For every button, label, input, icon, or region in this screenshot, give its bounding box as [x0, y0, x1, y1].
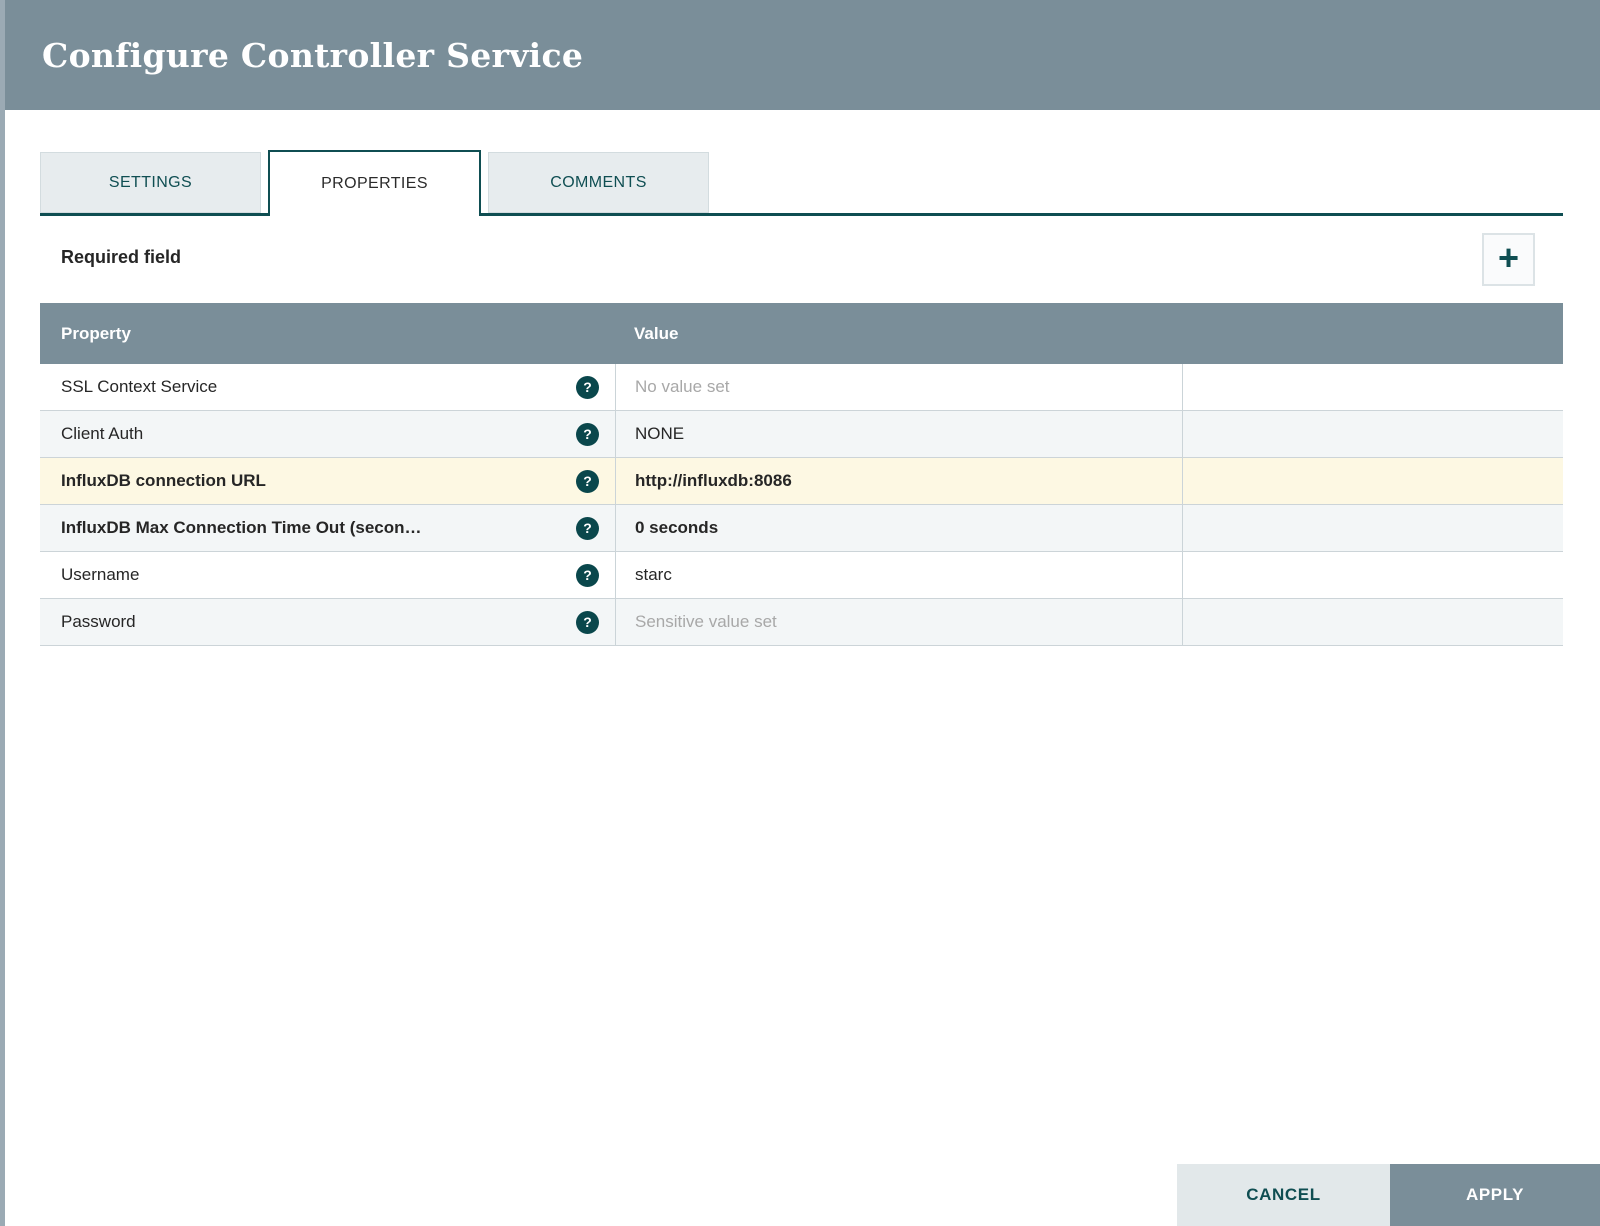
property-name: Username — [61, 565, 140, 584]
property-value: NONE — [635, 424, 685, 443]
row-filler-cell — [1183, 411, 1563, 457]
table-header-row: Property Value — [40, 303, 1563, 364]
help-icon[interactable]: ? — [576, 516, 599, 540]
column-header-value: Value — [634, 323, 679, 343]
property-name: InfluxDB connection URL — [61, 471, 266, 490]
table-row[interactable]: Username ? starc — [40, 552, 1563, 599]
dialog-header: Configure Controller Service — [5, 0, 1600, 110]
column-header-property: Property — [61, 323, 131, 343]
tab-comments[interactable]: COMMENTS — [488, 152, 709, 213]
property-cell: InfluxDB connection URL ? — [40, 458, 615, 504]
value-cell[interactable]: Sensitive value set — [615, 599, 1183, 645]
tab-properties[interactable]: PROPERTIES — [268, 150, 481, 216]
configure-controller-service-dialog: Configure Controller Service SETTINGS PR… — [5, 0, 1600, 1226]
property-cell: Password ? — [40, 599, 615, 645]
table-row[interactable]: InfluxDB Max Connection Time Out (secon…… — [40, 505, 1563, 552]
tab-settings[interactable]: SETTINGS — [40, 152, 261, 213]
property-value: Sensitive value set — [635, 612, 777, 631]
table-row[interactable]: Client Auth ? NONE — [40, 411, 1563, 458]
property-value: 0 seconds — [635, 518, 719, 537]
row-filler-cell — [1183, 552, 1563, 598]
property-name: Client Auth — [61, 424, 144, 443]
dialog-title: Configure Controller Service — [42, 35, 584, 75]
value-cell[interactable]: 0 seconds — [615, 505, 1183, 551]
property-value: starc — [635, 565, 672, 584]
value-cell[interactable]: No value set — [615, 364, 1183, 410]
required-field-label: Required field — [61, 247, 182, 267]
apply-button[interactable]: APPLY — [1390, 1164, 1600, 1226]
table-row[interactable]: InfluxDB connection URL ? http://influxd… — [40, 458, 1563, 505]
properties-toolbar: Required field + — [40, 230, 1563, 290]
property-name: InfluxDB Max Connection Time Out (secon… — [61, 518, 422, 537]
help-icon[interactable]: ? — [576, 563, 599, 587]
cancel-button[interactable]: CANCEL — [1177, 1164, 1390, 1226]
property-cell: InfluxDB Max Connection Time Out (secon…… — [40, 505, 615, 551]
table-row[interactable]: SSL Context Service ? No value set — [40, 364, 1563, 411]
help-icon[interactable]: ? — [576, 375, 599, 399]
row-filler-cell — [1183, 458, 1563, 504]
add-property-button[interactable]: + — [1482, 233, 1535, 286]
plus-icon: + — [1497, 237, 1520, 278]
property-name: SSL Context Service — [61, 377, 218, 396]
value-cell[interactable]: http://influxdb:8086 — [615, 458, 1183, 504]
table-row[interactable]: Password ? Sensitive value set — [40, 599, 1563, 646]
value-cell[interactable]: NONE — [615, 411, 1183, 457]
help-icon[interactable]: ? — [576, 469, 599, 493]
value-cell[interactable]: starc — [615, 552, 1183, 598]
dialog-footer-actions: CANCEL APPLY — [1177, 1164, 1600, 1226]
property-name: Password — [61, 612, 136, 631]
help-icon[interactable]: ? — [576, 422, 599, 446]
property-value: http://influxdb:8086 — [635, 471, 792, 490]
row-filler-cell — [1183, 505, 1563, 551]
help-icon[interactable]: ? — [576, 610, 599, 634]
property-value: No value set — [635, 377, 730, 396]
property-cell: SSL Context Service ? — [40, 364, 615, 410]
row-filler-cell — [1183, 364, 1563, 410]
properties-table: Property Value SSL Context Service ? No … — [40, 303, 1563, 646]
property-cell: Client Auth ? — [40, 411, 615, 457]
row-filler-cell — [1183, 599, 1563, 645]
property-cell: Username ? — [40, 552, 615, 598]
tab-bar: SETTINGS PROPERTIES COMMENTS — [40, 150, 1563, 216]
